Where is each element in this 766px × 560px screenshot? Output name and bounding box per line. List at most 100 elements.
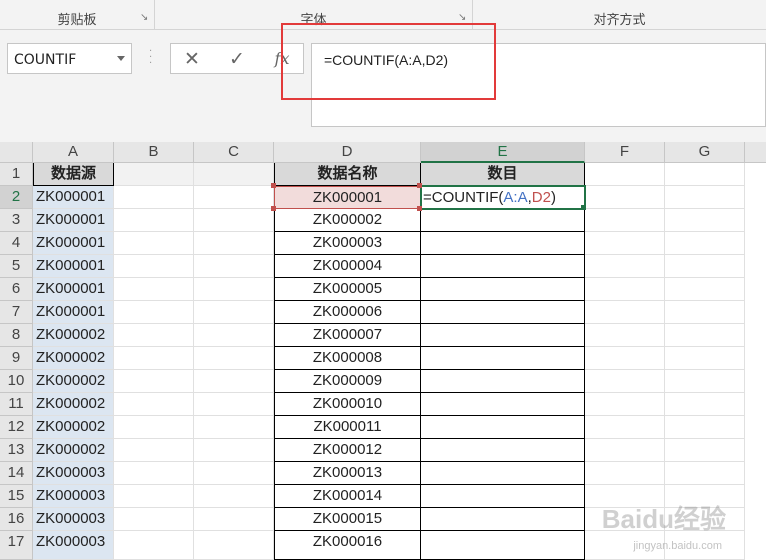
row-header[interactable]: 12 xyxy=(0,416,33,439)
cell-data-name[interactable]: ZK000001 xyxy=(274,186,421,209)
reference-handle[interactable] xyxy=(271,183,276,188)
cell-data-name[interactable]: ZK000010 xyxy=(274,393,421,416)
row-header[interactable]: 13 xyxy=(0,439,33,462)
cell[interactable] xyxy=(585,186,665,209)
cell[interactable] xyxy=(194,370,274,393)
cell[interactable] xyxy=(585,439,665,462)
column-header-g[interactable]: G xyxy=(665,142,745,163)
cell-data-source[interactable]: ZK000003 xyxy=(33,462,114,485)
column-header-f[interactable]: F xyxy=(585,142,665,163)
cell[interactable] xyxy=(665,416,745,439)
splitter-handle-icon[interactable]: · · · xyxy=(149,47,153,69)
cell-data-source[interactable]: ZK000001 xyxy=(33,232,114,255)
active-cell-e2[interactable]: =COUNTIF(A:A,D2) xyxy=(420,185,586,210)
cell[interactable] xyxy=(194,508,274,531)
cell[interactable] xyxy=(585,393,665,416)
header-cell-count[interactable]: 数目 xyxy=(421,163,585,186)
cell[interactable] xyxy=(585,347,665,370)
cell[interactable] xyxy=(194,439,274,462)
cell[interactable] xyxy=(114,347,194,370)
row-header[interactable]: 5 xyxy=(0,255,33,278)
column-header-b[interactable]: B xyxy=(114,142,194,163)
cell[interactable] xyxy=(194,301,274,324)
row-header[interactable]: 6 xyxy=(0,278,33,301)
row-header[interactable]: 8 xyxy=(0,324,33,347)
row-header[interactable]: 14 xyxy=(0,462,33,485)
cell[interactable] xyxy=(114,370,194,393)
cell[interactable] xyxy=(114,439,194,462)
row-header[interactable]: 7 xyxy=(0,301,33,324)
column-header-overflow[interactable] xyxy=(745,142,766,163)
cell[interactable] xyxy=(194,232,274,255)
row-header[interactable]: 1 xyxy=(0,163,33,186)
row-header[interactable]: 9 xyxy=(0,347,33,370)
cell[interactable] xyxy=(585,278,665,301)
row-header[interactable]: 15 xyxy=(0,485,33,508)
cell[interactable] xyxy=(114,416,194,439)
column-header-a[interactable]: A xyxy=(33,142,114,163)
cell[interactable] xyxy=(194,186,274,209)
cell[interactable] xyxy=(665,324,745,347)
cell-data-source[interactable]: ZK000003 xyxy=(33,508,114,531)
cell[interactable] xyxy=(194,209,274,232)
cell[interactable] xyxy=(114,462,194,485)
dialog-launcher-icon[interactable]: ↘ xyxy=(140,13,150,23)
cell[interactable] xyxy=(114,485,194,508)
cell[interactable] xyxy=(665,439,745,462)
cell[interactable] xyxy=(665,209,745,232)
cell[interactable] xyxy=(585,462,665,485)
reference-handle[interactable] xyxy=(417,183,422,188)
select-all-corner[interactable] xyxy=(0,142,33,163)
cancel-icon[interactable]: ✕ xyxy=(177,48,207,70)
row-header[interactable]: 16 xyxy=(0,508,33,531)
cell-data-name[interactable]: ZK000009 xyxy=(274,370,421,393)
cell-data-source[interactable]: ZK000002 xyxy=(33,416,114,439)
reference-handle[interactable] xyxy=(417,206,422,211)
cell[interactable] xyxy=(194,416,274,439)
cell-data-source[interactable]: ZK000001 xyxy=(33,255,114,278)
cell-data-name[interactable]: ZK000006 xyxy=(274,301,421,324)
cell[interactable] xyxy=(194,347,274,370)
cell[interactable] xyxy=(194,255,274,278)
cell-count[interactable] xyxy=(421,531,585,560)
cell-data-name[interactable]: ZK000007 xyxy=(274,324,421,347)
row-header[interactable]: 17 xyxy=(0,531,33,560)
cell-count[interactable] xyxy=(421,278,585,301)
row-header[interactable]: 2 xyxy=(0,186,33,209)
cell-data-source[interactable]: ZK000003 xyxy=(33,485,114,508)
cell[interactable] xyxy=(114,531,194,560)
cell-count[interactable] xyxy=(421,439,585,462)
cell-data-name[interactable]: ZK000012 xyxy=(274,439,421,462)
cell[interactable] xyxy=(585,232,665,255)
cell-count[interactable] xyxy=(421,255,585,278)
column-header-d[interactable]: D xyxy=(274,142,421,163)
enter-check-icon[interactable]: ✓ xyxy=(222,48,252,70)
chevron-down-icon[interactable] xyxy=(117,56,125,61)
cell[interactable] xyxy=(114,186,194,209)
header-cell-data-source[interactable]: 数据源 xyxy=(33,163,114,186)
cell[interactable] xyxy=(665,347,745,370)
cell[interactable] xyxy=(665,301,745,324)
row-header[interactable]: 11 xyxy=(0,393,33,416)
cell-data-source[interactable]: ZK000002 xyxy=(33,393,114,416)
cell-data-name[interactable]: ZK000014 xyxy=(274,485,421,508)
cell-data-name[interactable]: ZK000002 xyxy=(274,209,421,232)
cell[interactable] xyxy=(114,301,194,324)
dialog-launcher-icon[interactable]: ↘ xyxy=(458,13,468,23)
cell[interactable] xyxy=(114,278,194,301)
cell-count[interactable] xyxy=(421,485,585,508)
cell[interactable] xyxy=(114,209,194,232)
cell[interactable] xyxy=(585,324,665,347)
cell[interactable] xyxy=(114,393,194,416)
column-header-c[interactable]: C xyxy=(194,142,274,163)
cell-count[interactable] xyxy=(421,209,585,232)
cell-data-source[interactable]: ZK000002 xyxy=(33,439,114,462)
cell[interactable] xyxy=(114,255,194,278)
cell[interactable] xyxy=(665,186,745,209)
cell[interactable] xyxy=(194,393,274,416)
cell[interactable] xyxy=(665,462,745,485)
cell-data-name[interactable]: ZK000003 xyxy=(274,232,421,255)
cell-data-name[interactable]: ZK000013 xyxy=(274,462,421,485)
cell-count[interactable] xyxy=(421,301,585,324)
cell[interactable] xyxy=(114,508,194,531)
